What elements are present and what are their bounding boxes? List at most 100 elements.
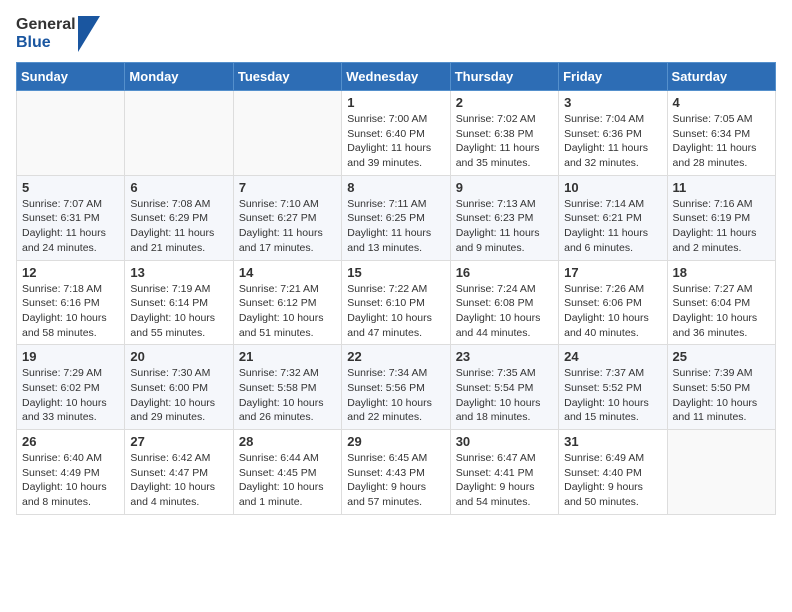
calendar-cell: 15 Sunrise: 7:22 AM Sunset: 6:10 PM Dayli… <box>342 260 450 345</box>
weekday-header-friday: Friday <box>559 63 667 91</box>
day-info: Sunrise: 7:10 AM Sunset: 6:27 PM Dayligh… <box>239 197 336 256</box>
day-info: Sunrise: 7:22 AM Sunset: 6:10 PM Dayligh… <box>347 282 444 341</box>
day-info: Sunrise: 7:04 AM Sunset: 6:36 PM Dayligh… <box>564 112 661 171</box>
day-info: Sunrise: 7:34 AM Sunset: 5:56 PM Dayligh… <box>347 366 444 425</box>
calendar-cell: 16Sunrise: 7:24 AM Sunset: 6:08 PM Dayli… <box>450 260 558 345</box>
weekday-header-saturday: Saturday <box>667 63 775 91</box>
day-number: 8 <box>347 180 444 195</box>
day-info: Sunrise: 7:32 AM Sunset: 5:58 PM Dayligh… <box>239 366 336 425</box>
day-number: 7 <box>239 180 336 195</box>
day-number: 17 <box>564 265 661 280</box>
calendar-week-row: 5 Sunrise: 7:07 AM Sunset: 6:31 PM Daylig… <box>17 175 776 260</box>
calendar-cell: 6 Sunrise: 7:08 AM Sunset: 6:29 PM Daylig… <box>125 175 233 260</box>
day-info: Sunrise: 7:35 AM Sunset: 5:54 PM Dayligh… <box>456 366 553 425</box>
day-number: 31 <box>564 434 661 449</box>
calendar-cell: 26 Sunrise: 6:40 AM Sunset: 4:49 PM Dayli… <box>17 430 125 515</box>
calendar-cell: 20Sunrise: 7:30 AM Sunset: 6:00 PM Dayli… <box>125 345 233 430</box>
day-number: 11 <box>673 180 770 195</box>
day-number: 25 <box>673 349 770 364</box>
day-info: Sunrise: 6:40 AM Sunset: 4:49 PM Dayligh… <box>22 451 119 510</box>
calendar-cell <box>125 91 233 176</box>
day-number: 18 <box>673 265 770 280</box>
day-info: Sunrise: 7:37 AM Sunset: 5:52 PM Dayligh… <box>564 366 661 425</box>
day-number: 30 <box>456 434 553 449</box>
day-info: Sunrise: 7:08 AM Sunset: 6:29 PM Dayligh… <box>130 197 227 256</box>
calendar-cell: 28Sunrise: 6:44 AM Sunset: 4:45 PM Dayli… <box>233 430 341 515</box>
day-number: 28 <box>239 434 336 449</box>
day-number: 2 <box>456 95 553 110</box>
weekday-header-tuesday: Tuesday <box>233 63 341 91</box>
day-number: 10 <box>564 180 661 195</box>
calendar-cell: 11 Sunrise: 7:16 AM Sunset: 6:19 PM Dayli… <box>667 175 775 260</box>
day-number: 6 <box>130 180 227 195</box>
day-info: Sunrise: 7:11 AM Sunset: 6:25 PM Dayligh… <box>347 197 444 256</box>
day-info: Sunrise: 7:39 AM Sunset: 5:50 PM Dayligh… <box>673 366 770 425</box>
day-info: Sunrise: 6:47 AM Sunset: 4:41 PM Dayligh… <box>456 451 553 510</box>
weekday-header-row: SundayMondayTuesdayWednesdayThursdayFrid… <box>17 63 776 91</box>
calendar-cell: 29 Sunrise: 6:45 AM Sunset: 4:43 PM Dayli… <box>342 430 450 515</box>
day-info: Sunrise: 7:05 AM Sunset: 6:34 PM Dayligh… <box>673 112 770 171</box>
day-info: Sunrise: 7:16 AM Sunset: 6:19 PM Dayligh… <box>673 197 770 256</box>
calendar-cell: 30 Sunrise: 6:47 AM Sunset: 4:41 PM Dayli… <box>450 430 558 515</box>
weekday-header-sunday: Sunday <box>17 63 125 91</box>
day-number: 15 <box>347 265 444 280</box>
day-info: Sunrise: 6:49 AM Sunset: 4:40 PM Dayligh… <box>564 451 661 510</box>
calendar-cell: 5 Sunrise: 7:07 AM Sunset: 6:31 PM Daylig… <box>17 175 125 260</box>
day-info: Sunrise: 7:02 AM Sunset: 6:38 PM Dayligh… <box>456 112 553 171</box>
calendar-cell: 12 Sunrise: 7:18 AM Sunset: 6:16 PM Dayli… <box>17 260 125 345</box>
calendar-cell: 1 Sunrise: 7:00 AM Sunset: 6:40 PM Daylig… <box>342 91 450 176</box>
page-header: GeneralBlue <box>16 16 776 52</box>
day-number: 24 <box>564 349 661 364</box>
day-number: 19 <box>22 349 119 364</box>
day-info: Sunrise: 7:26 AM Sunset: 6:06 PM Dayligh… <box>564 282 661 341</box>
logo: GeneralBlue <box>16 16 100 52</box>
calendar-cell <box>667 430 775 515</box>
day-info: Sunrise: 7:18 AM Sunset: 6:16 PM Dayligh… <box>22 282 119 341</box>
calendar-cell: 19 Sunrise: 7:29 AM Sunset: 6:02 PM Dayli… <box>17 345 125 430</box>
day-number: 5 <box>22 180 119 195</box>
calendar-cell: 25 Sunrise: 7:39 AM Sunset: 5:50 PM Dayli… <box>667 345 775 430</box>
day-number: 1 <box>347 95 444 110</box>
day-info: Sunrise: 7:30 AM Sunset: 6:00 PM Dayligh… <box>130 366 227 425</box>
calendar-cell: 23 Sunrise: 7:35 AM Sunset: 5:54 PM Dayli… <box>450 345 558 430</box>
logo-triangle-icon <box>78 16 100 52</box>
day-number: 23 <box>456 349 553 364</box>
day-info: Sunrise: 7:00 AM Sunset: 6:40 PM Dayligh… <box>347 112 444 171</box>
calendar-cell: 10 Sunrise: 7:14 AM Sunset: 6:21 PM Dayli… <box>559 175 667 260</box>
day-number: 16 <box>456 265 553 280</box>
calendar-cell: 4 Sunrise: 7:05 AM Sunset: 6:34 PM Daylig… <box>667 91 775 176</box>
calendar-cell: 13Sunrise: 7:19 AM Sunset: 6:14 PM Dayli… <box>125 260 233 345</box>
calendar-cell: 2 Sunrise: 7:02 AM Sunset: 6:38 PM Daylig… <box>450 91 558 176</box>
calendar-cell: 27Sunrise: 6:42 AM Sunset: 4:47 PM Dayli… <box>125 430 233 515</box>
weekday-header-thursday: Thursday <box>450 63 558 91</box>
calendar-cell <box>233 91 341 176</box>
day-number: 12 <box>22 265 119 280</box>
calendar-cell: 18 Sunrise: 7:27 AM Sunset: 6:04 PM Dayli… <box>667 260 775 345</box>
calendar-cell: 31 Sunrise: 6:49 AM Sunset: 4:40 PM Dayli… <box>559 430 667 515</box>
day-info: Sunrise: 7:21 AM Sunset: 6:12 PM Dayligh… <box>239 282 336 341</box>
logo-mark: GeneralBlue <box>16 16 100 52</box>
calendar-week-row: 1 Sunrise: 7:00 AM Sunset: 6:40 PM Daylig… <box>17 91 776 176</box>
day-info: Sunrise: 6:45 AM Sunset: 4:43 PM Dayligh… <box>347 451 444 510</box>
day-number: 21 <box>239 349 336 364</box>
calendar-cell <box>17 91 125 176</box>
calendar-week-row: 19 Sunrise: 7:29 AM Sunset: 6:02 PM Dayli… <box>17 345 776 430</box>
calendar-cell: 8 Sunrise: 7:11 AM Sunset: 6:25 PM Daylig… <box>342 175 450 260</box>
calendar-week-row: 26 Sunrise: 6:40 AM Sunset: 4:49 PM Dayli… <box>17 430 776 515</box>
day-info: Sunrise: 7:29 AM Sunset: 6:02 PM Dayligh… <box>22 366 119 425</box>
calendar-cell: 9Sunrise: 7:13 AM Sunset: 6:23 PM Daylig… <box>450 175 558 260</box>
day-number: 29 <box>347 434 444 449</box>
day-number: 26 <box>22 434 119 449</box>
day-number: 9 <box>456 180 553 195</box>
day-number: 22 <box>347 349 444 364</box>
day-number: 4 <box>673 95 770 110</box>
calendar-table: SundayMondayTuesdayWednesdayThursdayFrid… <box>16 62 776 515</box>
calendar-cell: 24 Sunrise: 7:37 AM Sunset: 5:52 PM Dayli… <box>559 345 667 430</box>
day-info: Sunrise: 7:07 AM Sunset: 6:31 PM Dayligh… <box>22 197 119 256</box>
day-info: Sunrise: 7:14 AM Sunset: 6:21 PM Dayligh… <box>564 197 661 256</box>
calendar-week-row: 12 Sunrise: 7:18 AM Sunset: 6:16 PM Dayli… <box>17 260 776 345</box>
day-info: Sunrise: 7:27 AM Sunset: 6:04 PM Dayligh… <box>673 282 770 341</box>
day-info: Sunrise: 6:42 AM Sunset: 4:47 PM Dayligh… <box>130 451 227 510</box>
day-number: 14 <box>239 265 336 280</box>
day-info: Sunrise: 7:19 AM Sunset: 6:14 PM Dayligh… <box>130 282 227 341</box>
